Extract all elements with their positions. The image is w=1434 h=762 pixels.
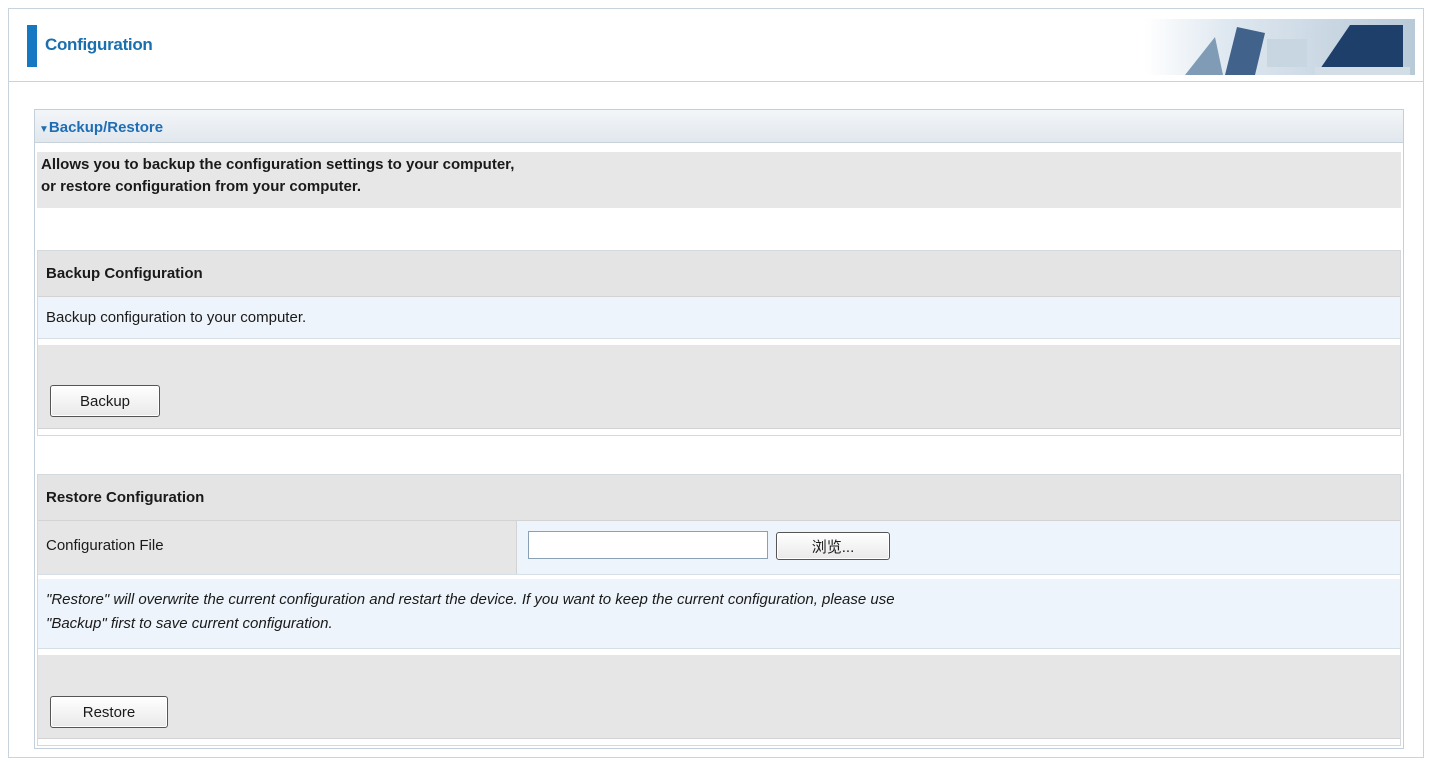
page-frame: Configuration ▼Backup/Restore Allows you…: [8, 8, 1424, 758]
restore-section-title: Restore Configuration: [46, 489, 205, 506]
backup-section-title: Backup Configuration: [46, 265, 203, 282]
restore-warning-row: "Restore" will overwrite the current con…: [38, 579, 1400, 649]
configuration-file-label-cell: Configuration File: [38, 521, 517, 574]
backup-restore-panel: ▼Backup/Restore Allows you to backup the…: [34, 109, 1404, 749]
configuration-file-input[interactable]: [528, 531, 768, 559]
page-header: Configuration: [9, 9, 1423, 82]
configuration-file-row: Configuration File 浏览...: [38, 521, 1400, 575]
backup-section: Backup Configuration Backup configuratio…: [37, 250, 1401, 436]
restore-warning-line-2: "Backup" first to save current configura…: [46, 615, 333, 632]
collapse-triangle-icon: ▼: [39, 124, 49, 135]
backup-info-row: Backup configuration to your computer.: [38, 297, 1400, 339]
restore-button[interactable]: Restore: [50, 696, 168, 728]
restore-section: Restore Configuration Configuration File…: [37, 474, 1401, 746]
restore-warning-line-1: "Restore" will overwrite the current con…: [46, 591, 895, 608]
description-line-1: Allows you to backup the configuration s…: [41, 156, 515, 173]
description-line-2: or restore configuration from your compu…: [41, 178, 362, 195]
backup-section-header: Backup Configuration: [38, 251, 1400, 297]
backup-action-row: Backup: [38, 345, 1400, 429]
panel-header[interactable]: ▼Backup/Restore: [35, 110, 1403, 143]
panel-description: Allows you to backup the configuration s…: [37, 152, 1401, 208]
restore-action-row: Restore: [38, 655, 1400, 739]
backup-info-text: Backup configuration to your computer.: [46, 309, 307, 326]
panel-title: Backup/Restore: [48, 119, 164, 136]
configuration-file-label: Configuration File: [46, 537, 164, 554]
title-accent-bar: [27, 25, 37, 67]
page-title: Configuration: [45, 35, 153, 54]
backup-button[interactable]: Backup: [50, 385, 160, 417]
header-banner-image: [1145, 19, 1415, 75]
restore-section-header: Restore Configuration: [38, 475, 1400, 521]
browse-button[interactable]: 浏览...: [776, 532, 890, 560]
